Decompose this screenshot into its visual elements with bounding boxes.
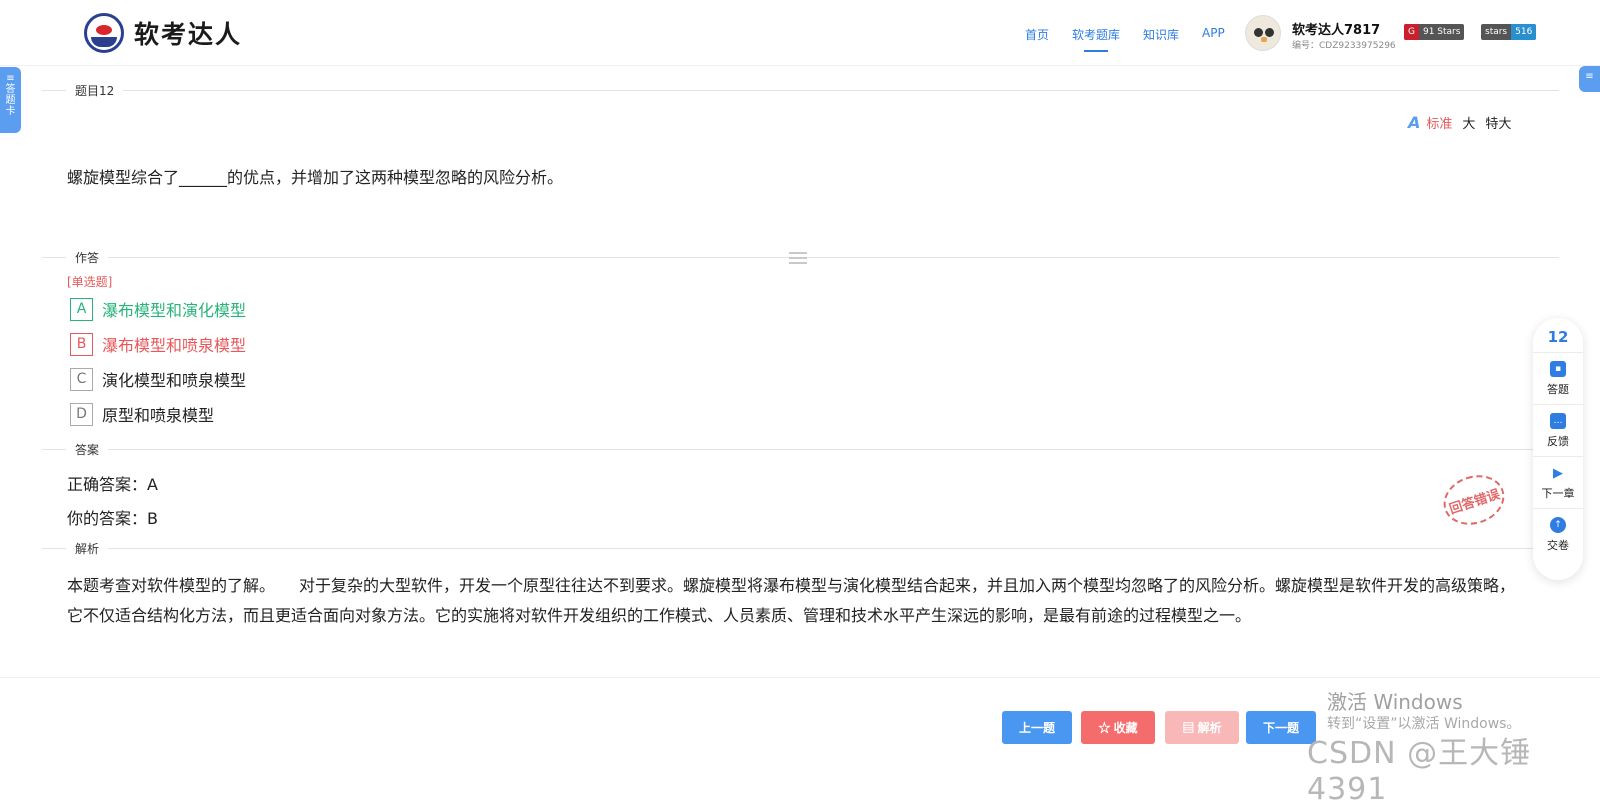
section-title-answer-area: 作答 bbox=[66, 249, 109, 266]
option-b[interactable]: B 瀑布模型和喷泉模型 bbox=[70, 332, 246, 356]
font-size-standard[interactable]: 标准 bbox=[1426, 113, 1452, 132]
upload-icon: ↑ bbox=[1550, 517, 1566, 533]
chat-icon: … bbox=[1550, 413, 1566, 429]
logo-icon bbox=[84, 13, 124, 53]
feedback-button[interactable]: … 反馈 bbox=[1533, 404, 1583, 456]
menu-icon: ≡ bbox=[6, 73, 15, 84]
correct-answer: 正确答案：A bbox=[67, 475, 158, 494]
nav-question-bank[interactable]: 软考题库 bbox=[1072, 26, 1120, 52]
font-size-icon: A bbox=[1408, 113, 1421, 132]
next-chapter-button[interactable]: ▶ 下一章 bbox=[1533, 456, 1583, 508]
divider bbox=[42, 90, 1559, 91]
question-number: 12 bbox=[1547, 328, 1569, 346]
next-question-button[interactable]: 下一题 bbox=[1246, 711, 1316, 744]
main-nav: 首页 软考题库 知识库 APP bbox=[1025, 26, 1248, 52]
font-size-switcher: A 标准 大 特大 bbox=[1408, 113, 1521, 132]
skip-next-icon: ▶ bbox=[1553, 465, 1563, 481]
option-text: 瀑布模型和演化模型 bbox=[102, 301, 247, 320]
question-text: 螺旋模型综合了______的优点，并增加了这两种模型忽略的风险分析。 bbox=[67, 168, 564, 187]
drag-handle-icon[interactable] bbox=[789, 252, 807, 264]
favorite-button[interactable]: ☆ 收藏 bbox=[1081, 711, 1155, 744]
avatar[interactable] bbox=[1245, 15, 1281, 51]
right-menu-tab[interactable]: ≡ bbox=[1579, 66, 1600, 92]
badge-value: 516 bbox=[1511, 24, 1537, 40]
user-id: 编号：CDZ9233975296 bbox=[1292, 41, 1396, 51]
question-type: [单选题] bbox=[67, 275, 113, 289]
logo[interactable]: 软考达人 bbox=[84, 13, 242, 53]
section-title-answer: 答案 bbox=[66, 441, 109, 458]
github-stars-badge[interactable]: stars 516 bbox=[1481, 24, 1537, 40]
next-chapter-label: 下一章 bbox=[1541, 487, 1575, 500]
submit-exam-label: 交卷 bbox=[1547, 539, 1569, 552]
your-answer: 你的答案：B bbox=[67, 509, 158, 528]
wrong-answer-stamp: 回答错误 bbox=[1437, 467, 1511, 533]
csdn-watermark: CSDN @王大锤4391 bbox=[1307, 736, 1532, 807]
right-float-panel: 12 ▪ 答题 … 反馈 ▶ 下一章 ↑ 交卷 bbox=[1533, 318, 1583, 580]
option-text: 演化模型和喷泉模型 bbox=[102, 371, 247, 390]
divider bbox=[42, 449, 1559, 450]
answer-sheet-button[interactable]: ▪ 答题 bbox=[1533, 352, 1583, 404]
analysis-text: 本题考查对软件模型的了解。 对于复杂的大型软件，开发一个原型往往达不到要求。螺旋… bbox=[67, 576, 1516, 625]
answer-card-tab[interactable]: ≡ 答 题 卡 bbox=[0, 67, 21, 133]
answer-sheet-label: 答题 bbox=[1547, 383, 1569, 396]
option-key: A bbox=[70, 297, 93, 321]
answer-card-label: 答 bbox=[5, 84, 16, 95]
divider bbox=[42, 548, 1559, 549]
feedback-label: 反馈 bbox=[1547, 435, 1569, 448]
top-header: 软考达人 首页 软考题库 知识库 APP 软考达人7817 编号：CDZ9233… bbox=[0, 0, 1600, 66]
option-a[interactable]: A 瀑布模型和演化模型 bbox=[70, 297, 246, 321]
submit-exam-button[interactable]: ↑ 交卷 bbox=[1533, 508, 1583, 560]
badge-value: 91 Stars bbox=[1422, 27, 1461, 37]
gitee-icon: G bbox=[1404, 24, 1419, 40]
font-size-large[interactable]: 大 bbox=[1462, 113, 1475, 132]
user-name[interactable]: 软考达人7817 bbox=[1292, 19, 1380, 38]
github-icon: stars bbox=[1485, 27, 1508, 37]
option-text: 瀑布模型和喷泉模型 bbox=[102, 336, 247, 355]
answer-card-label: 卡 bbox=[5, 106, 16, 117]
option-key: C bbox=[70, 367, 93, 391]
windows-activation-watermark: 激活 Windows bbox=[1327, 690, 1463, 714]
option-text: 原型和喷泉模型 bbox=[102, 406, 215, 425]
analysis-button[interactable]: ▤ 解析 bbox=[1165, 711, 1239, 744]
section-title-question: 题目12 bbox=[66, 82, 124, 99]
answer-sheet-icon: ▪ bbox=[1550, 361, 1566, 377]
section-title-analysis: 解析 bbox=[66, 540, 109, 557]
footer-divider bbox=[0, 677, 1600, 678]
font-size-extra-large[interactable]: 特大 bbox=[1485, 113, 1511, 132]
nav-knowledge-base[interactable]: 知识库 bbox=[1143, 26, 1179, 43]
gitee-stars-badge[interactable]: G 91 Stars bbox=[1404, 24, 1465, 40]
prev-question-button[interactable]: 上一题 bbox=[1002, 711, 1072, 744]
option-key: B bbox=[70, 332, 93, 356]
menu-icon: ≡ bbox=[1585, 71, 1594, 82]
option-key: D bbox=[70, 402, 93, 426]
option-c[interactable]: C 演化模型和喷泉模型 bbox=[70, 367, 246, 391]
option-d[interactable]: D 原型和喷泉模型 bbox=[70, 402, 214, 426]
answer-card-label: 题 bbox=[5, 95, 16, 106]
logo-text: 软考达人 bbox=[134, 20, 243, 49]
nav-home[interactable]: 首页 bbox=[1025, 26, 1049, 43]
nav-app[interactable]: APP bbox=[1202, 26, 1225, 43]
